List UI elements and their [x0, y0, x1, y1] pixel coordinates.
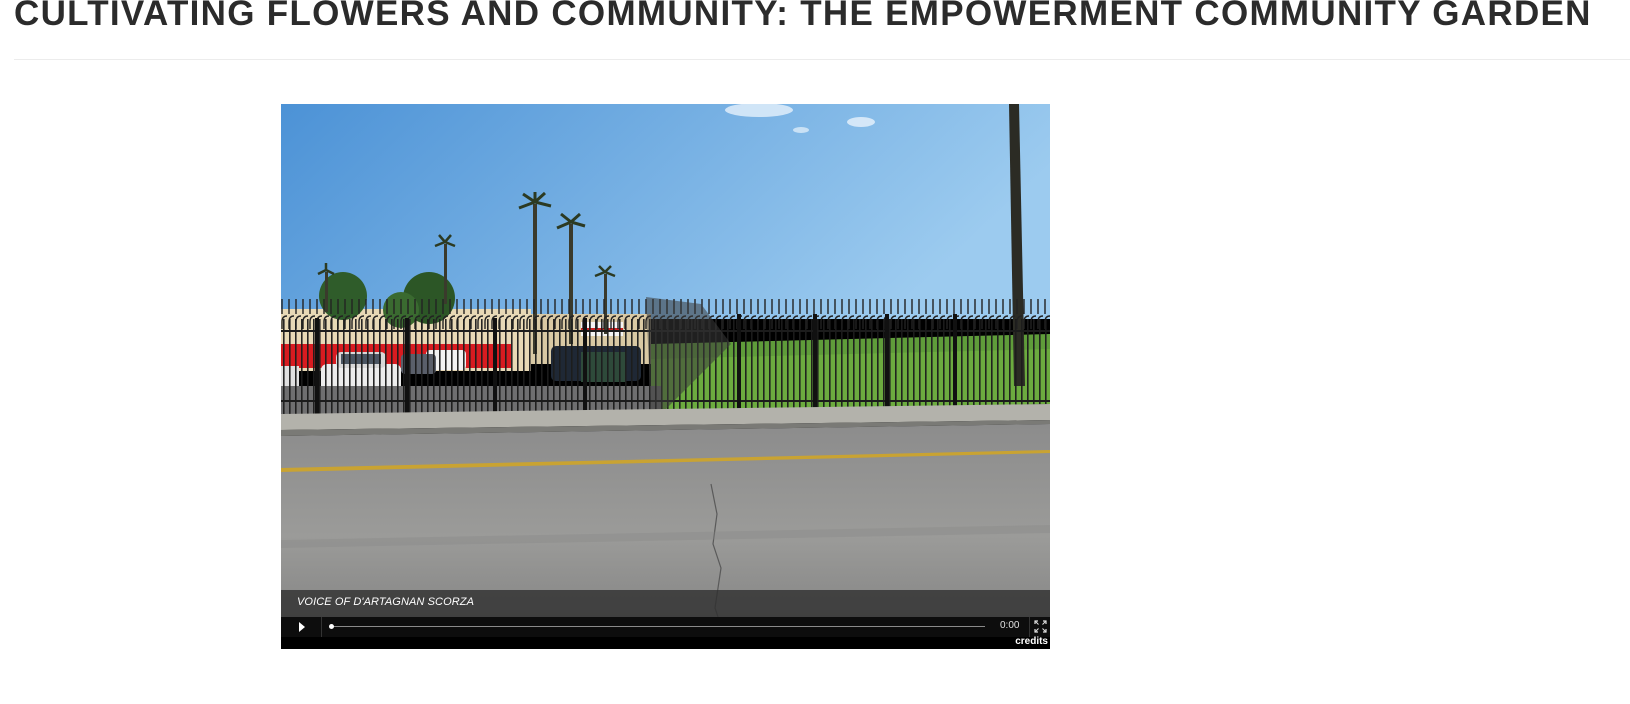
- progress-knob[interactable]: [329, 623, 334, 629]
- fullscreen-icon: [1034, 620, 1047, 633]
- play-icon: [299, 622, 305, 632]
- caption-bar: VOICE OF D'ARTAGNAN SCORZA: [281, 590, 1050, 617]
- time-display: 0:00: [1000, 620, 1020, 631]
- credits-link[interactable]: credits: [1015, 636, 1048, 647]
- player-controls: 0:00: [281, 617, 1050, 637]
- page-title: CULTIVATING FLOWERS AND COMMUNITY: THE E…: [14, 0, 1592, 33]
- play-button[interactable]: [281, 617, 322, 637]
- fullscreen-button[interactable]: [1029, 617, 1050, 637]
- title-divider: [14, 59, 1630, 60]
- page: CULTIVATING FLOWERS AND COMMUNITY: THE E…: [0, 0, 1630, 704]
- media-player[interactable]: VOICE OF D'ARTAGNAN SCORZA 0:00 credits: [281, 104, 1050, 649]
- video-frame: [281, 104, 1050, 649]
- caption-text: VOICE OF D'ARTAGNAN SCORZA: [297, 596, 475, 608]
- credits-bar: credits: [281, 636, 1050, 649]
- progress-bar[interactable]: [329, 623, 985, 629]
